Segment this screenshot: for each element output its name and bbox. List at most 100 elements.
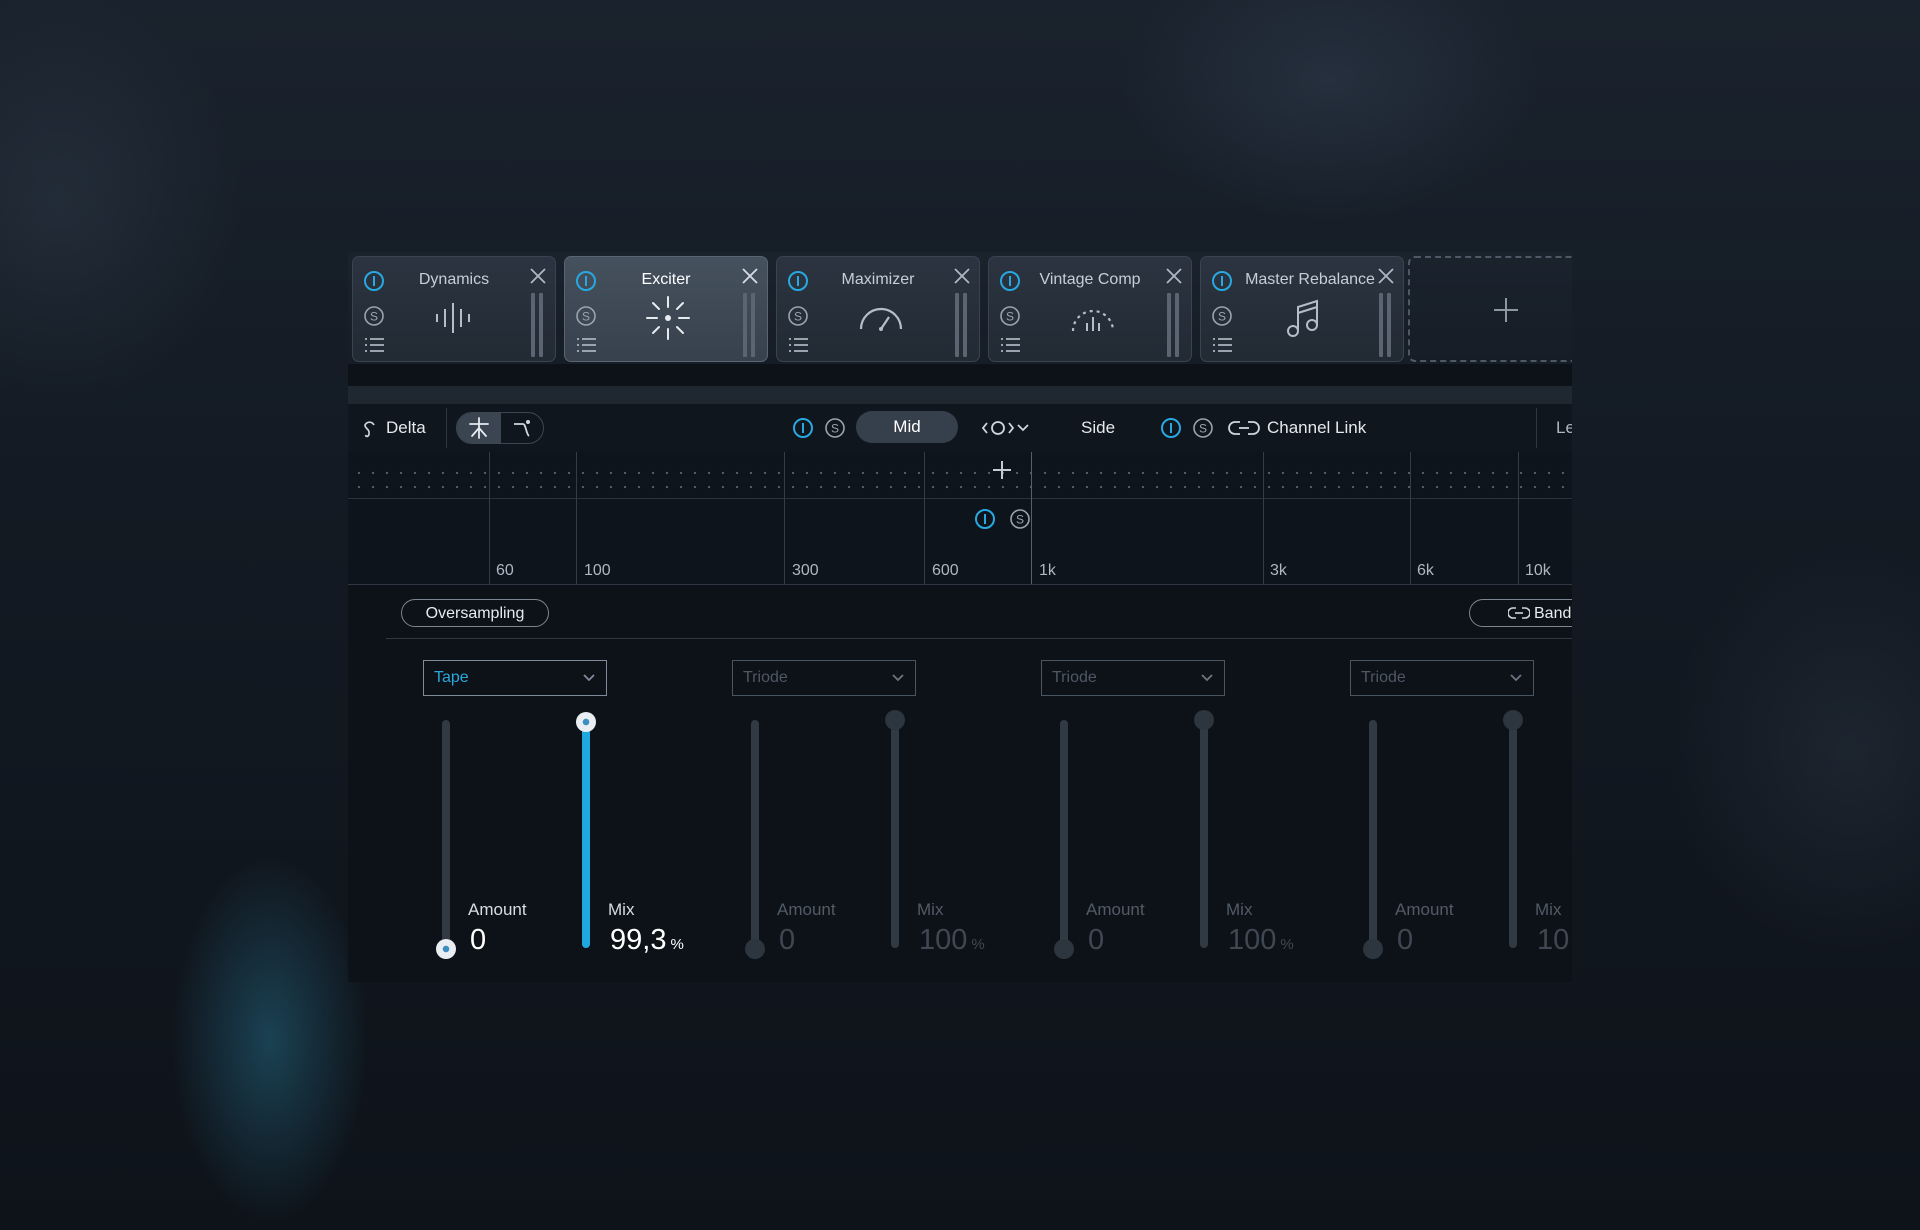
solo-icon[interactable]: S [363,305,385,327]
power-icon[interactable] [363,270,385,292]
band-1-mix-value[interactable]: 99,3% [610,924,684,957]
band-3-mode-dropdown[interactable]: Triode [1041,660,1225,696]
crossover-line[interactable] [1031,452,1032,584]
band-split-line[interactable] [1263,452,1264,584]
list-icon[interactable] [1213,337,1233,353]
sparkle-view-icon[interactable] [467,416,491,440]
band-split-line[interactable] [1518,452,1519,584]
add-module-slot[interactable] [1408,256,1572,362]
list-icon[interactable] [1001,337,1021,353]
link-icon[interactable] [1228,419,1260,437]
band-3-amount-value[interactable]: 0 [1088,924,1104,957]
channel-link-label[interactable]: Channel Link [1267,418,1366,438]
side-power-icon[interactable] [1160,417,1182,439]
curve-view-icon[interactable] [511,416,535,440]
band-2-amount-value[interactable]: 0 [779,924,795,957]
band-3-mix-slider-track[interactable] [1200,720,1208,948]
band-2-amount-slider-handle[interactable] [745,939,765,959]
music-note-icon [1287,299,1318,337]
mid-solo-icon[interactable]: S [824,417,846,439]
power-icon[interactable] [1211,270,1233,292]
stereo-mode-icon[interactable] [982,417,1032,439]
ear-icon[interactable] [362,417,378,439]
solo-icon[interactable]: S [999,305,1021,327]
band-2-amount-slider-track[interactable] [751,720,759,948]
close-icon[interactable] [1377,267,1395,285]
band-1-mode-dropdown[interactable]: Tape [423,660,607,696]
band-2-mix-slider-handle[interactable] [885,710,905,730]
band-2-mode-dropdown[interactable]: Triode [732,660,916,696]
list-icon[interactable] [365,337,385,353]
chevron-down-icon [583,674,595,682]
svg-text:S: S [1218,310,1226,324]
oversampling-button[interactable]: Oversampling [401,599,549,627]
view-mode-toggle[interactable] [456,412,544,444]
link-icon [1508,607,1530,619]
band-4-amount-slider-track[interactable] [1369,720,1377,948]
mid-power-icon[interactable] [792,417,814,439]
dynamics-icon [436,303,470,333]
power-icon[interactable] [787,270,809,292]
close-icon[interactable] [741,267,759,285]
frequency-band-display[interactable]: S 60 100 300 600 1k 3k 6k 10k [348,452,1572,585]
band-1-amount-value[interactable]: 0 [470,924,486,957]
band-4-amount-slider-handle[interactable] [1363,939,1383,959]
module-slot-exciter[interactable]: Exciter S [564,256,768,362]
band-1-amount-slider-handle[interactable] [436,939,456,959]
band-4-mode-dropdown[interactable]: Triode [1350,660,1534,696]
band-4-mix-value[interactable]: 10 [1537,924,1572,957]
band-power-icon[interactable] [974,508,996,530]
band-4-mix-label: Mix [1535,900,1562,919]
band-1-mode-value: Tape [434,669,469,686]
power-icon[interactable] [575,270,597,292]
band-3-amount-slider-handle[interactable] [1054,939,1074,959]
band-4-amount-value[interactable]: 0 [1397,924,1413,957]
close-icon[interactable] [953,267,971,285]
solo-icon[interactable]: S [1211,305,1233,327]
plus-icon[interactable] [1492,296,1520,324]
band-3-mode-value: Triode [1052,669,1097,686]
band-split-line[interactable] [576,452,577,584]
band-solo-icon[interactable]: S [1009,508,1031,530]
svg-text:S: S [1006,310,1014,324]
freq-label: 1k [1039,562,1056,579]
band-split-line[interactable] [489,452,490,584]
list-icon[interactable] [577,337,597,353]
band-1-amount-slider-track[interactable] [442,720,450,948]
solo-icon[interactable]: S [787,305,809,327]
band-link-button[interactable]: Band [1469,599,1572,627]
module-slot-vintage-comp[interactable]: Vintage Comp S [988,256,1192,362]
controls-bar: Delta S Mid Side S Channel Link Le [348,404,1572,453]
module-slot-dynamics[interactable]: Dynamics S [352,256,556,362]
delta-label[interactable]: Delta [386,418,426,438]
band-4-mix-slider-track[interactable] [1509,720,1517,948]
power-icon[interactable] [999,270,1021,292]
band-3-mix-value[interactable]: 100% [1228,924,1294,957]
add-band-icon[interactable] [991,459,1013,481]
band-1-mix-slider-handle[interactable] [576,711,596,732]
gauge-icon [859,307,903,331]
band-1-mix-number: 99,3 [610,924,667,956]
band-options-bar: Oversampling Band [348,584,1572,640]
band-3-amount-slider-track[interactable] [1060,720,1068,948]
band-4-amount-label: Amount [1395,900,1454,919]
band-2-mix-value[interactable]: 100% [919,924,985,957]
percent-unit: % [670,936,684,953]
side-solo-icon[interactable]: S [1192,417,1214,439]
divider [1536,408,1537,448]
band-4-mix-slider-handle[interactable] [1503,710,1523,730]
mid-tab[interactable]: Mid [856,411,958,443]
band-3-mix-slider-handle[interactable] [1194,710,1214,730]
module-slot-master-rebalance[interactable]: Master Rebalance S [1200,256,1404,362]
solo-icon[interactable]: S [575,305,597,327]
band-split-line[interactable] [1410,452,1411,584]
band-split-line[interactable] [784,452,785,584]
band-split-line[interactable] [924,452,925,584]
module-slot-maximizer[interactable]: Maximizer S [776,256,980,362]
close-icon[interactable] [529,267,547,285]
close-icon[interactable] [1165,267,1183,285]
band-2-mix-slider-track[interactable] [891,720,899,948]
side-tab[interactable]: Side [1081,418,1115,438]
svg-text:S: S [794,310,802,324]
list-icon[interactable] [789,337,809,353]
